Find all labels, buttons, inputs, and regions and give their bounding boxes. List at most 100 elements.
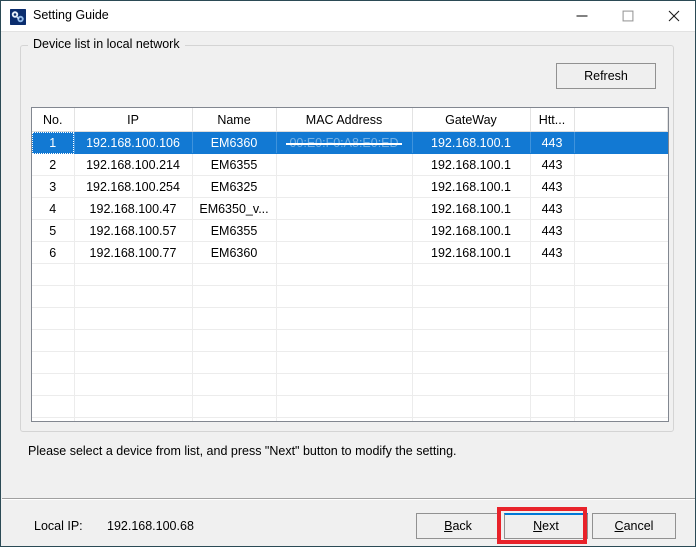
- column-header-http[interactable]: Htt...: [530, 108, 575, 132]
- close-icon[interactable]: [651, 1, 695, 31]
- cell-empty: [276, 417, 413, 421]
- cell-filler: [574, 153, 668, 176]
- cell-empty: [412, 307, 531, 330]
- table-row-empty[interactable]: [32, 307, 668, 330]
- cell-http: 443: [530, 219, 575, 242]
- table-row[interactable]: 4 192.168.100.47 EM6350_v... 192.168.100.1 4…: [32, 197, 668, 220]
- next-button[interactable]: Next: [504, 513, 588, 539]
- cell-empty: [412, 373, 531, 396]
- cell-empty: [530, 285, 575, 308]
- cell-filler: [574, 241, 668, 264]
- cell-http: 443: [530, 241, 575, 264]
- cancel-button-label: Cancel: [614, 518, 654, 533]
- cell-empty: [276, 285, 413, 308]
- cell-filler: [574, 307, 668, 330]
- table-row-empty[interactable]: [32, 329, 668, 352]
- cell-filler: [574, 219, 668, 242]
- cell-name: EM6355: [192, 153, 277, 176]
- table-row-empty[interactable]: [32, 395, 668, 418]
- cell-filler: [574, 351, 668, 374]
- cell-ip: 192.168.100.57: [74, 219, 193, 242]
- column-header-filler: [574, 108, 668, 132]
- table-row[interactable]: 1 192.168.100.106 EM6360 00:E0:F0:A8:E0:ED 1…: [32, 131, 668, 154]
- cell-empty: [74, 263, 193, 286]
- cell-empty: [276, 373, 413, 396]
- cell-no: 6: [32, 241, 75, 264]
- cell-empty: [74, 373, 193, 396]
- cell-empty: [192, 285, 277, 308]
- cancel-button[interactable]: Cancel: [592, 513, 676, 539]
- column-header-no[interactable]: No.: [32, 108, 75, 132]
- cell-no: 2: [32, 153, 75, 176]
- cell-empty: [192, 373, 277, 396]
- cell-name: EM6325: [192, 175, 277, 198]
- cell-ip: 192.168.100.47: [74, 197, 193, 220]
- refresh-button[interactable]: Refresh: [556, 63, 656, 89]
- column-header-mac[interactable]: MAC Address: [276, 108, 413, 132]
- cell-empty: [74, 329, 193, 352]
- cell-empty: [32, 373, 75, 396]
- cell-empty: [530, 329, 575, 352]
- cell-filler: [574, 285, 668, 308]
- cell-empty: [412, 395, 531, 418]
- table-row-empty[interactable]: [32, 351, 668, 374]
- device-list-table[interactable]: No. IP Name MAC Address GateWay Htt... 1…: [31, 107, 669, 422]
- cell-empty: [530, 395, 575, 418]
- next-button-label: Next: [533, 519, 559, 534]
- cell-empty: [74, 285, 193, 308]
- cell-gateway: 192.168.100.1: [412, 241, 531, 264]
- column-header-name[interactable]: Name: [192, 108, 277, 132]
- cell-empty: [192, 307, 277, 330]
- table-row-empty[interactable]: [32, 285, 668, 308]
- cell-empty: [192, 351, 277, 374]
- back-button[interactable]: Back: [416, 513, 500, 539]
- cell-empty: [74, 417, 193, 421]
- table-row[interactable]: 2 192.168.100.214 EM6355 192.168.100.1 443: [32, 153, 668, 176]
- cell-empty: [32, 285, 75, 308]
- cell-empty: [192, 329, 277, 352]
- cell-gateway: 192.168.100.1: [412, 175, 531, 198]
- cell-mac: [276, 241, 413, 264]
- cell-name: EM6355: [192, 219, 277, 242]
- cell-no: 5: [32, 219, 75, 242]
- cell-empty: [74, 307, 193, 330]
- table-row[interactable]: 3 192.168.100.254 EM6325 192.168.100.1 443: [32, 175, 668, 198]
- cell-no: 1: [32, 131, 75, 154]
- cell-filler: [574, 417, 668, 421]
- cell-empty: [276, 263, 413, 286]
- back-button-label: Back: [444, 518, 472, 533]
- setting-guide-window: Setting Guide Device list in local netwo…: [0, 0, 696, 547]
- cell-empty: [276, 307, 413, 330]
- table-body: 1 192.168.100.106 EM6360 00:E0:F0:A8:E0:ED 1…: [32, 131, 668, 421]
- cell-empty: [32, 351, 75, 374]
- table-row-empty[interactable]: [32, 417, 668, 421]
- cell-name: EM6360: [192, 241, 277, 264]
- cell-ip: 192.168.100.254: [74, 175, 193, 198]
- cell-ip: 192.168.100.77: [74, 241, 193, 264]
- cell-ip: 192.168.100.106: [74, 131, 193, 154]
- cell-http: 443: [530, 131, 575, 154]
- cell-empty: [530, 373, 575, 396]
- table-row[interactable]: 6 192.168.100.77 EM6360 192.168.100.1 443: [32, 241, 668, 264]
- maximize-icon[interactable]: [605, 1, 651, 31]
- cell-empty: [192, 395, 277, 418]
- table-row-empty[interactable]: [32, 263, 668, 286]
- cell-empty: [530, 351, 575, 374]
- title-bar: Setting Guide: [1, 1, 695, 32]
- cell-filler: [574, 373, 668, 396]
- table-row[interactable]: 5 192.168.100.57 EM6355 192.168.100.1 443: [32, 219, 668, 242]
- cell-mac: [276, 175, 413, 198]
- cell-empty: [530, 307, 575, 330]
- column-header-gateway[interactable]: GateWay: [412, 108, 531, 132]
- device-table: No. IP Name MAC Address GateWay Htt... 1…: [32, 108, 668, 421]
- column-header-ip[interactable]: IP: [74, 108, 193, 132]
- cell-no: 3: [32, 175, 75, 198]
- cell-mac: [276, 197, 413, 220]
- window-title: Setting Guide: [33, 8, 109, 22]
- table-row-empty[interactable]: [32, 373, 668, 396]
- cell-http: 443: [530, 197, 575, 220]
- cell-mac: [276, 219, 413, 242]
- cell-empty: [192, 263, 277, 286]
- local-ip-value: 192.168.100.68: [107, 519, 194, 533]
- minimize-icon[interactable]: [559, 1, 605, 31]
